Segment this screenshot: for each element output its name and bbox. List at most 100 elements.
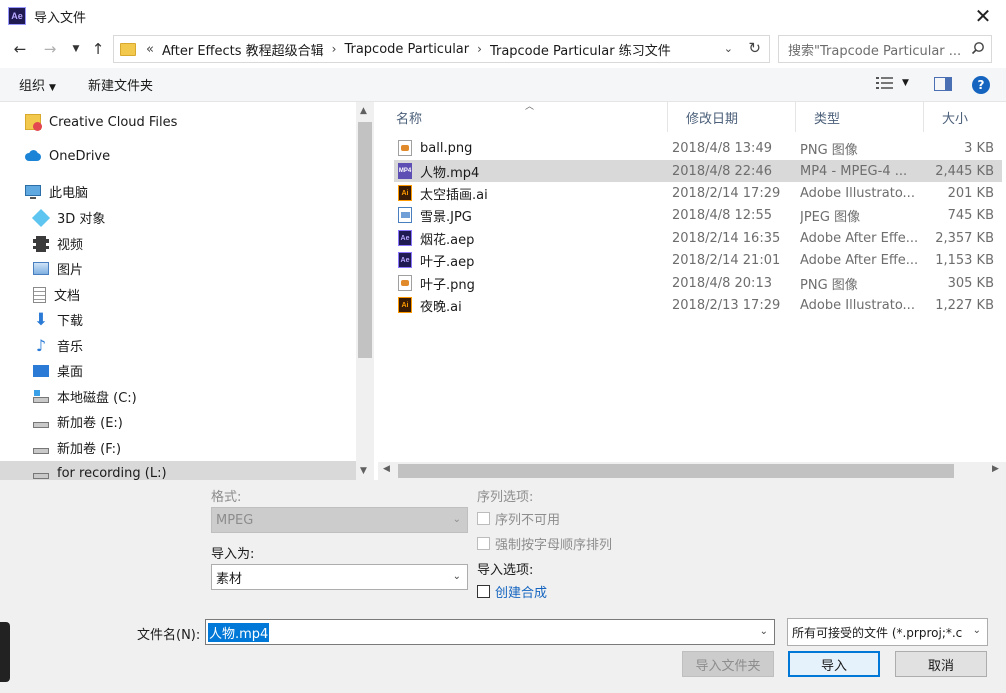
preview-pane-icon[interactable] <box>934 77 952 91</box>
nav-item-documents[interactable]: 文档 <box>33 285 80 304</box>
nav-item-creative-cloud[interactable]: Creative Cloud Files <box>25 114 178 131</box>
back-button[interactable]: ← <box>8 37 32 61</box>
organize-button[interactable]: 组织 ▼ <box>19 75 56 94</box>
nav-item-desktop[interactable]: 桌面 <box>33 361 83 380</box>
filename-input[interactable]: 人物.mp4 ⌄ <box>205 619 775 645</box>
create-composition-checkbox[interactable]: 创建合成 <box>477 582 547 601</box>
help-icon[interactable]: ? <box>972 76 990 94</box>
scroll-right-icon[interactable]: ▶ <box>992 464 999 474</box>
nav-item-pictures[interactable]: 图片 <box>33 259 83 278</box>
address-bar[interactable]: « After Effects 教程超级合辑 › Trapcode Partic… <box>113 35 770 63</box>
column-header-type[interactable]: 类型 <box>796 102 924 132</box>
forward-button[interactable]: → <box>38 37 62 61</box>
refresh-icon[interactable]: ↻ <box>748 39 761 57</box>
format-select[interactable]: MPEG ⌄ <box>211 507 468 533</box>
file-type: MP4 - MPEG-4 ... <box>800 163 908 179</box>
file-name: 太空插画.ai <box>420 187 488 203</box>
import-as-value: 素材 <box>216 571 243 587</box>
search-icon[interactable] <box>971 41 985 55</box>
new-folder-button[interactable]: 新建文件夹 <box>88 75 153 94</box>
file-date: 2018/2/14 21:01 <box>672 252 781 268</box>
file-row[interactable]: Ai 太空插画.ai 2018/2/14 17:29 Adobe Illustra… <box>394 182 1002 204</box>
details-view-icon <box>876 77 893 89</box>
onedrive-icon <box>25 148 41 164</box>
breadcrumb-item[interactable]: Trapcode Particular 练习文件 <box>490 40 671 59</box>
nav-item-label: 视频 <box>57 238 84 253</box>
checkbox-label: 序列不可用 <box>495 513 561 528</box>
navigation-pane-scrollbar[interactable]: ▲ ▼ <box>356 102 374 480</box>
scroll-down-icon[interactable]: ▼ <box>360 466 367 476</box>
search-input[interactable]: 搜索"Trapcode Particular ... <box>778 35 992 63</box>
nav-item-3d-objects[interactable]: 3D 对象 <box>31 208 106 227</box>
breadcrumb-overflow[interactable]: « <box>146 42 154 57</box>
close-button[interactable]: ✕ <box>960 0 1006 32</box>
recent-locations-button[interactable]: ▼ <box>64 37 88 61</box>
file-row[interactable]: Ai 夜晚.ai 2018/2/13 17:29 Adobe Illustrato… <box>394 294 1002 316</box>
file-type-filter-select[interactable]: 所有可接受的文件 (*.prproj;*.c ⌄ <box>787 618 988 646</box>
breadcrumb-separator-icon[interactable]: › <box>332 42 337 56</box>
file-size: 305 KB <box>947 275 994 291</box>
file-type: Adobe Illustrato... <box>800 297 915 313</box>
file-row[interactable]: Ae 烟花.aep 2018/2/14 16:35 Adobe After Eff… <box>394 227 1002 249</box>
force-alphabetical-checkbox[interactable]: 强制按字母顺序排列 <box>477 534 612 553</box>
import-folder-button[interactable]: 导入文件夹 <box>682 651 774 677</box>
nav-item-videos[interactable]: 视频 <box>33 234 83 253</box>
address-history-chevron-icon[interactable]: ⌄ <box>724 42 733 55</box>
3d-objects-icon <box>31 208 51 227</box>
breadcrumb-item[interactable]: After Effects 教程超级合辑 <box>162 40 324 59</box>
file-size: 1,153 KB <box>935 252 994 268</box>
nav-item-label: 桌面 <box>57 365 84 380</box>
nav-item-onedrive[interactable]: OneDrive <box>25 148 110 164</box>
nav-item-label: 下载 <box>57 314 84 329</box>
arrow-right-icon: → <box>43 40 57 58</box>
chevron-down-icon: ▼ <box>49 83 56 93</box>
file-name: 人物.mp4 <box>420 165 480 181</box>
nav-item-music[interactable]: ♪ 音乐 <box>33 336 83 355</box>
nav-item-downloads[interactable]: ⬇ 下载 <box>33 310 83 329</box>
videos-icon <box>33 235 49 252</box>
sequence-unavailable-checkbox[interactable]: 序列不可用 <box>477 509 560 528</box>
scroll-left-icon[interactable]: ◀ <box>383 464 390 474</box>
after-effects-file-icon: Ae <box>398 252 412 268</box>
scroll-up-icon[interactable]: ▲ <box>360 106 367 116</box>
nav-item-drive-l[interactable]: for recording (L:) <box>0 461 356 480</box>
file-list-scrollbar[interactable]: ◀ ▶ <box>378 462 1006 480</box>
up-button[interactable]: ↑ <box>86 37 110 61</box>
scrollbar-thumb[interactable] <box>398 464 954 478</box>
nav-item-label: 3D 对象 <box>57 212 106 227</box>
nav-item-drive-f[interactable]: 新加卷 (F:) <box>33 438 121 457</box>
nav-item-label: 本地磁盘 (C:) <box>57 391 137 406</box>
chevron-down-icon: ⌄ <box>452 571 461 582</box>
format-value: MPEG <box>216 512 254 528</box>
nav-item-label: Creative Cloud Files <box>49 114 178 130</box>
nav-item-drive-e[interactable]: 新加卷 (E:) <box>33 412 123 431</box>
file-date: 2018/4/8 20:13 <box>672 275 772 291</box>
cancel-button[interactable]: 取消 <box>895 651 987 677</box>
import-button[interactable]: 导入 <box>788 651 880 677</box>
nav-item-local-disk-c[interactable]: 本地磁盘 (C:) <box>33 387 137 406</box>
column-header-date[interactable]: 修改日期 <box>668 102 796 132</box>
scrollbar-thumb[interactable] <box>358 122 372 358</box>
column-header-name[interactable]: 名称 <box>378 102 668 132</box>
sequence-options-label: 序列选项: <box>477 490 534 505</box>
file-type: PNG 图像 <box>800 142 858 158</box>
column-header-size[interactable]: 大小 <box>924 102 1006 132</box>
filename-value: 人物.mp4 <box>208 622 270 642</box>
import-options-label: 导入选项: <box>477 563 534 578</box>
import-as-select[interactable]: 素材 ⌄ <box>211 564 468 590</box>
file-row[interactable]: 叶子.png 2018/4/8 20:13 PNG 图像 305 KB <box>394 272 1002 294</box>
chevron-down-icon[interactable]: ⌄ <box>760 626 768 637</box>
change-view-button[interactable]: ▼ <box>876 76 909 90</box>
pictures-icon <box>33 262 49 275</box>
nav-item-this-pc[interactable]: 此电脑 <box>25 182 88 201</box>
file-row[interactable]: Ae 叶子.aep 2018/2/14 21:01 Adobe After Eff… <box>394 249 1002 271</box>
file-row[interactable]: ball.png 2018/4/8 13:49 PNG 图像 3 KB <box>394 137 1002 159</box>
file-row-selected[interactable]: MP4 人物.mp4 2018/4/8 22:46 MP4 - MPEG-4 ..… <box>394 160 1002 182</box>
file-date: 2018/4/8 22:46 <box>672 163 772 179</box>
arrow-up-icon: ↑ <box>91 40 105 58</box>
file-row[interactable]: 雪景.JPG 2018/4/8 12:55 JPEG 图像 745 KB <box>394 204 1002 226</box>
breadcrumb-item[interactable]: Trapcode Particular <box>344 42 469 57</box>
breadcrumb-separator-icon[interactable]: › <box>477 42 482 56</box>
nav-item-label: 图片 <box>57 263 84 278</box>
file-name: 叶子.aep <box>420 254 475 270</box>
